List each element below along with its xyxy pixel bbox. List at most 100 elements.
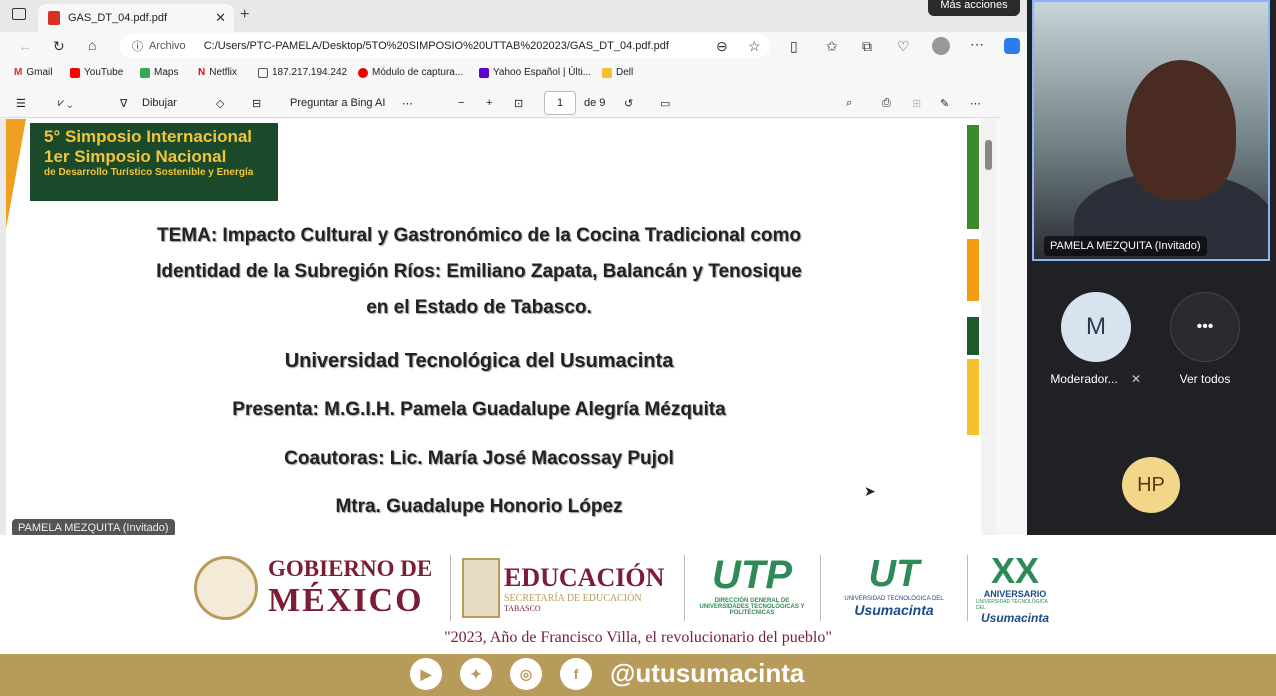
symposium-logo: 5° Simposio Internacional 1er Simposio N… [30, 123, 278, 201]
save-as-icon[interactable]: ✎ [940, 97, 949, 110]
tema-line-2: Identidad de la Subregión Ríos: Emiliano… [156, 261, 802, 282]
tabasco-shield-icon [462, 558, 500, 618]
participant-avatar-hp[interactable]: HP [1122, 457, 1180, 513]
pdf-viewer: 5° Simposio Internacional 1er Simposio N… [0, 119, 996, 535]
maps-icon [140, 67, 150, 78]
scrollbar-thumb[interactable] [985, 140, 992, 170]
page-view-icon[interactable]: ▭ [660, 97, 670, 110]
collections-icon[interactable]: ⧉ [862, 39, 872, 53]
institution-banner: GOBIERNO DE MÉXICO EDUCACIÓN SECRETARÍA … [0, 535, 1276, 654]
yahoo-icon [479, 67, 489, 78]
year-motto: "2023, Año de Francisco Villa, el revolu… [444, 629, 832, 646]
divider [684, 555, 685, 621]
rotate-icon[interactable]: ↺ [624, 97, 633, 110]
zoom-out-icon[interactable]: − [458, 97, 464, 109]
tab-bar: GAS_DT_04.pdf.pdf ✕ + Más acciones [0, 0, 1027, 32]
bookmark-gmail[interactable]: M Gmail [14, 67, 52, 78]
university-name: Universidad Tecnológica del Usumacinta [284, 350, 674, 372]
zoom-in-icon[interactable]: + [486, 97, 492, 109]
bookmark-maps[interactable]: Maps [140, 67, 178, 78]
youtube-icon [70, 67, 80, 78]
more-tools-icon[interactable]: ⋯ [402, 97, 413, 110]
tab-title: GAS_DT_04.pdf.pdf [68, 12, 168, 24]
address-label: Archivo [149, 40, 186, 52]
tab-pdf[interactable]: GAS_DT_04.pdf.pdf ✕ [38, 4, 234, 32]
meeting-panel: PAMELA MEZQUITA (Invitado) [1027, 0, 1276, 535]
participant-video[interactable]: PAMELA MEZQUITA (Invitado) [1032, 0, 1270, 261]
edge-sidebar: + ▯ ⚙ [1000, 60, 1027, 535]
presenter-name-tag: PAMELA MEZQUITA (Invitado) [12, 519, 175, 535]
draw-icon[interactable]: ∇ [120, 97, 127, 110]
tema-line-3: en el Estado de Tabasco. [366, 297, 592, 318]
ask-bing-button[interactable]: Preguntar a Bing AI [290, 97, 385, 109]
page-accent-bar [967, 359, 979, 435]
bookmark-dell[interactable]: Dell [602, 67, 633, 78]
social-handle: @utusumacinta [610, 658, 805, 688]
tab-actions-icon[interactable] [12, 8, 26, 20]
more-actions-tooltip: Más acciones [928, 0, 1020, 16]
scrollbar[interactable] [981, 119, 996, 535]
twitter-icon[interactable]: ✦ [460, 658, 492, 690]
eraser-icon[interactable]: ◇ [216, 97, 224, 110]
page-icon [258, 67, 268, 78]
page-accent-bar [967, 317, 979, 355]
mic-muted-icon: ✕ [1131, 372, 1142, 386]
instagram-icon[interactable]: ◎ [510, 658, 542, 690]
url-text: C:/Users/PTC-PAMELA/Desktop/5TO%20SIMPOS… [203, 40, 669, 52]
zoom-icon[interactable]: ⊖ [716, 39, 728, 53]
mouse-cursor-icon: ➤ [864, 483, 876, 499]
netflix-icon: N [198, 67, 206, 78]
divider [967, 555, 968, 621]
see-all-button[interactable]: ••• [1170, 292, 1240, 362]
moderator-avatar[interactable]: M [1061, 292, 1131, 362]
page-count: de 9 [584, 97, 606, 109]
address-bar-row: ← ↻ ⌂ ⓘ Archivo C:/Users/PTC-PAMELA/Desk… [0, 32, 1027, 60]
favorite-star-icon[interactable]: ☆ [748, 39, 761, 53]
see-all-label: Ver todos [1179, 372, 1231, 386]
youtube-icon[interactable]: ▶ [410, 658, 442, 690]
profile-avatar[interactable] [932, 37, 950, 55]
bookmark-youtube[interactable]: YouTube [70, 67, 123, 78]
text-icon[interactable]: ⊟ [252, 97, 261, 110]
info-icon[interactable]: ⓘ [132, 38, 143, 54]
record-icon [358, 67, 368, 78]
bookmark-ip[interactable]: 187.217.194.242 [258, 67, 347, 78]
save-icon[interactable]: ⊞ [912, 97, 921, 110]
contents-icon[interactable]: ☰ [16, 97, 26, 110]
draw-button[interactable]: Dibujar [142, 97, 177, 109]
facebook-icon[interactable]: f [560, 658, 592, 690]
page-stripe [6, 119, 26, 229]
page-accent-bar [967, 125, 979, 229]
aniversario-logo: XX ANIVERSARIO UNIVERSIDAD TECNOLÓGICA D… [976, 550, 1050, 626]
new-tab-icon[interactable]: + [240, 6, 249, 24]
health-icon[interactable]: ♡ [897, 39, 910, 53]
page-number-input[interactable]: 1 [544, 91, 576, 115]
bookmark-netflix[interactable]: N Netflix [198, 67, 237, 78]
educacion-logo: EDUCACIÓN SECRETARÍA DE EDUCACIÓN TABASC… [462, 553, 664, 623]
bookmark-yahoo[interactable]: Yahoo Español | Últi... [479, 67, 591, 78]
print-icon[interactable]: ⎙ [882, 97, 891, 110]
utp-logo: UTP DIRECCIÓN GENERAL DE UNIVERSIDADES T… [699, 553, 805, 616]
mexico-seal-icon [194, 556, 258, 620]
back-icon[interactable]: ← [18, 39, 32, 53]
close-tab-icon[interactable]: ✕ [215, 10, 226, 26]
folder-icon [602, 67, 612, 78]
search-icon[interactable]: ⌕ [846, 97, 852, 110]
favorites-icon[interactable]: ✩ [826, 39, 838, 53]
coauthor-2-line: Mtra. Guadalupe Honorio López [335, 496, 623, 517]
menu-dots-icon[interactable]: ⋯ [970, 37, 984, 51]
fit-page-icon[interactable]: ⊡ [514, 97, 523, 110]
bookmark-modulo[interactable]: Módulo de captura... [358, 67, 463, 78]
highlight-icon[interactable]: ⩗ ⌄ [58, 97, 72, 110]
video-name-label: PAMELA MEZQUITA (Invitado) [1044, 236, 1207, 256]
coauthors-line: Coautoras: Lic. María José Macossay Pujo… [284, 448, 674, 469]
home-icon[interactable]: ⌂ [88, 38, 96, 52]
copilot-icon[interactable] [1004, 38, 1020, 54]
social-footer: ▶ ✦ ◎ f @utusumacinta [0, 654, 1276, 696]
refresh-icon[interactable]: ↻ [53, 39, 65, 53]
pdf-more-icon[interactable]: ⋯ [970, 97, 981, 110]
address-bar[interactable]: ⓘ Archivo C:/Users/PTC-PAMELA/Desktop/5T… [120, 34, 770, 58]
moderator-label: Moderador... [1050, 372, 1118, 386]
tema-line-1: TEMA: Impacto Cultural y Gastronómico de… [157, 225, 801, 246]
split-screen-icon[interactable]: ▯ [790, 39, 798, 53]
